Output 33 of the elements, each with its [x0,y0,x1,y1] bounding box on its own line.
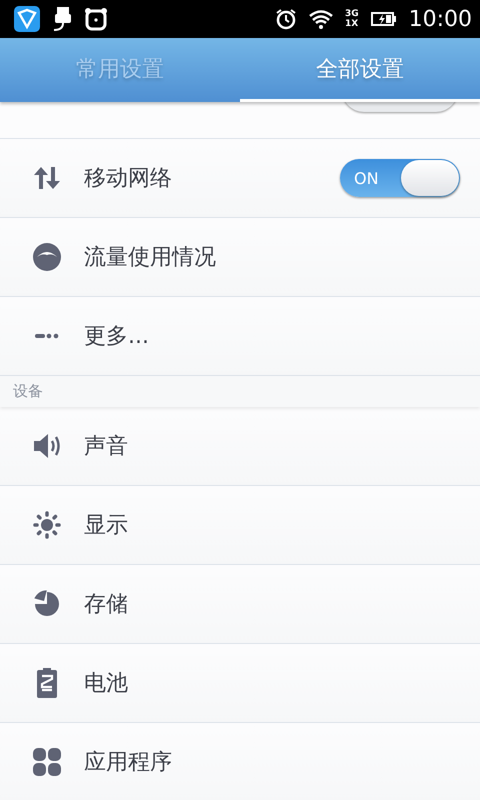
network-label: 1X [344,19,359,29]
clock-time: 10:00 [408,6,472,32]
settings-row[interactable]: 存储 [0,565,480,644]
battery-icon [36,668,58,698]
settings-row[interactable]: 流量使用情况 [0,218,480,297]
usb-icon [52,6,72,32]
data-usage-icon [33,243,61,271]
grid-icon [33,748,61,776]
speaker-icon [33,433,61,459]
setting-label: 更多... [84,323,150,351]
setting-label: 应用程序 [84,749,173,777]
setting-label: 存储 [84,591,129,619]
sun-icon [33,511,61,539]
settings-row[interactable]: 更多... [0,297,480,376]
settings-row[interactable]: 电池 [0,644,480,723]
setting-label: 电池 [84,670,129,698]
settings-row[interactable]: 显示 [0,486,480,565]
network-label: 3G [344,9,359,19]
pie-icon [33,590,61,618]
wifi-icon [308,9,333,29]
settings-row[interactable]: 移动网络 ON [0,139,480,218]
sync-arrows-icon [32,165,62,191]
settings-row[interactable]: 声音 [0,407,480,486]
setting-label: 移动网络 [84,165,173,193]
shield-app-icon [14,6,40,32]
alarm-clock-icon [274,8,297,30]
bear-face-icon [84,7,108,31]
setting-label: 声音 [84,433,129,461]
setting-label: 显示 [84,512,129,540]
setting-label: 流量使用情况 [84,244,217,272]
battery-charging-icon [370,10,397,28]
more-dots-icon [35,333,59,339]
section-header: 设备 [0,376,480,407]
